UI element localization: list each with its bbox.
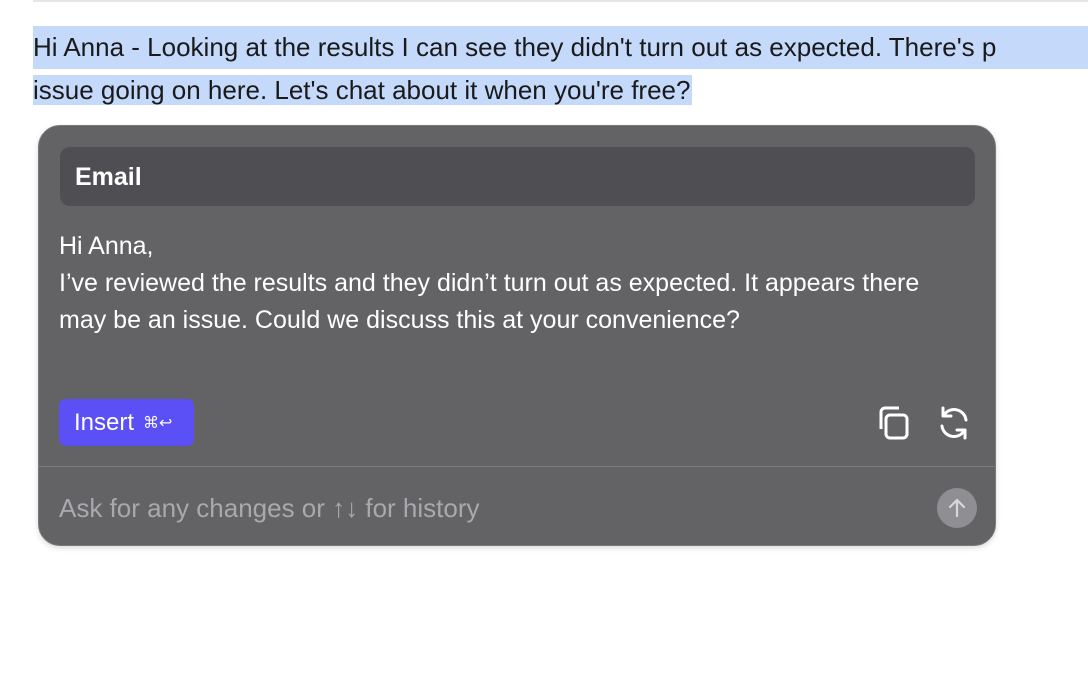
draft-body: I’ve reviewed the results and they didn’… xyxy=(59,269,920,334)
regenerate-button[interactable] xyxy=(935,404,973,442)
document-top-border xyxy=(33,0,1088,2)
ai-assistant-panel: Email Hi Anna, I’ve reviewed the results… xyxy=(38,125,996,546)
insert-button[interactable]: Insert ⌘↩ xyxy=(59,399,194,446)
prompt-input[interactable] xyxy=(59,488,909,528)
copy-button[interactable] xyxy=(875,404,913,442)
insert-shortcut-hint: ⌘↩ xyxy=(143,413,173,432)
panel-title: Email xyxy=(75,163,142,191)
panel-header[interactable]: Email xyxy=(60,147,975,206)
selected-text: Hi Anna - Looking at the results I can s… xyxy=(33,26,1088,69)
document-text[interactable]: Hi Anna - Looking at the results I can s… xyxy=(33,26,1088,112)
selected-text: issue going on here. Let's chat about it… xyxy=(33,75,693,105)
arrow-up-icon xyxy=(948,498,966,518)
send-button[interactable] xyxy=(937,488,977,528)
selected-text-line[interactable]: issue going on here. Let's chat about it… xyxy=(33,69,1088,112)
draft-greeting: Hi Anna, xyxy=(59,232,154,260)
copy-icon xyxy=(879,406,909,440)
refresh-icon xyxy=(940,406,968,440)
insert-button-label: Insert xyxy=(74,408,135,436)
selected-text-line[interactable]: Hi Anna - Looking at the results I can s… xyxy=(33,26,1088,69)
panel-divider xyxy=(39,466,995,467)
generated-draft: Hi Anna, I’ve reviewed the results and t… xyxy=(59,228,939,339)
